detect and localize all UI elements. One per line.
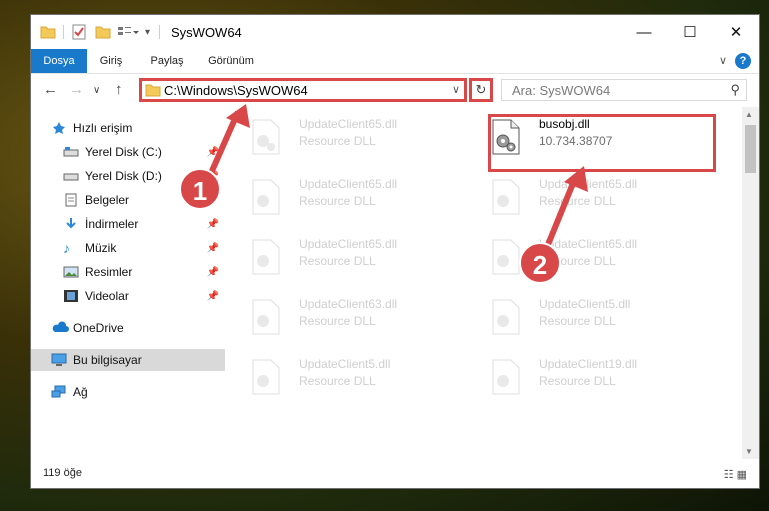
- annotation-arrows: [205, 104, 588, 254]
- arrow-1: [205, 110, 241, 182]
- arrow-2-head: [564, 166, 588, 192]
- arrow-2: [542, 174, 579, 254]
- step-badge-2: 2: [519, 242, 561, 284]
- step-badge-1: 1: [179, 168, 221, 210]
